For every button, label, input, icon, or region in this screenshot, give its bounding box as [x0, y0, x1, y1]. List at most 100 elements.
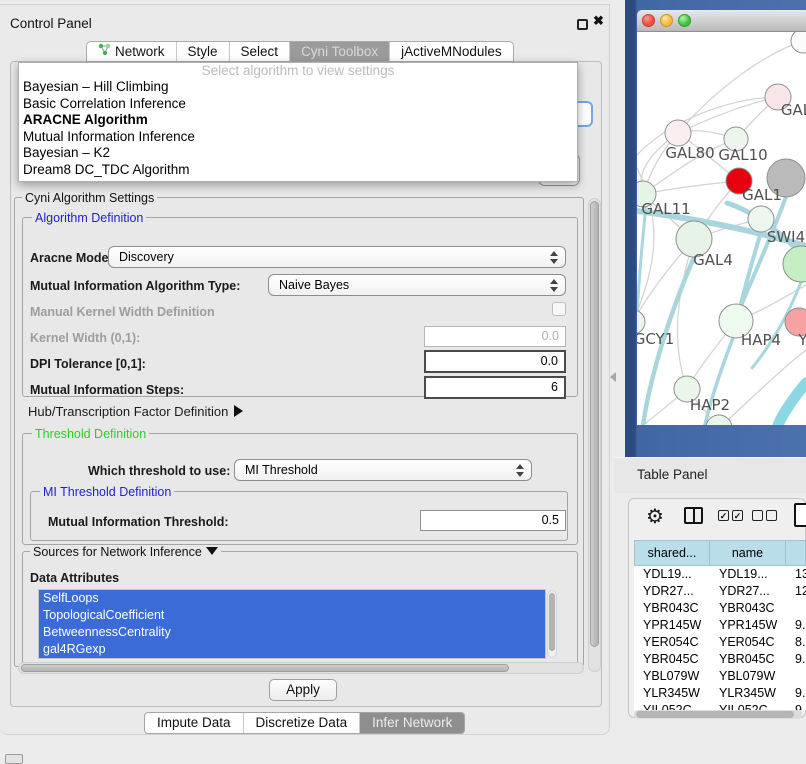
tab-style[interactable]: Style: [176, 42, 229, 61]
export-table-icon[interactable]: [794, 503, 806, 527]
attribute-list-item[interactable]: BetweennessCentrality: [39, 624, 545, 641]
settings-vertical-scrollbar-thumb[interactable]: [590, 201, 599, 647]
table-row[interactable]: YIL052CYIL052C9: [634, 702, 806, 710]
attribute-list-item[interactable]: SelfLoops: [39, 590, 545, 607]
table-cell: YBR043C: [634, 600, 710, 617]
select-all-columns-icon[interactable]: ✓ ✓: [718, 510, 743, 521]
mi-steps-field[interactable]: 6: [424, 376, 566, 399]
attributes-scrollbar-thumb[interactable]: [549, 593, 555, 651]
attributes-scrollbar[interactable]: [547, 590, 557, 658]
apply-button[interactable]: Apply: [269, 679, 337, 701]
algorithm-dropdown-items: Bayesian – Hill ClimbingBasic Correlatio…: [19, 79, 577, 178]
tab-select[interactable]: Select: [229, 42, 290, 61]
network-node-label: GAL1: [742, 186, 782, 204]
algorithm-option[interactable]: Bayesian – Hill Climbing: [19, 79, 577, 96]
table-row[interactable]: YBR045CYBR045C9.: [634, 651, 806, 668]
float-panel-icon[interactable]: [577, 19, 588, 30]
table-column-header[interactable]: name: [710, 540, 786, 566]
network-edge[interactable]: [719, 350, 806, 425]
dpi-tolerance-field[interactable]: 0.0: [424, 350, 566, 373]
columns-icon[interactable]: [684, 507, 703, 524]
node-table-rows: YDL19...YDL19...13YDR27...YDR27...12YBR0…: [634, 566, 806, 710]
tab-jactivemnodules[interactable]: jActiveMNodules: [389, 42, 513, 61]
tab-discretize-data[interactable]: Discretize Data: [243, 713, 360, 733]
network-node-gal80[interactable]: [665, 120, 691, 146]
algorithm-option[interactable]: Mutual Information Inference: [19, 129, 577, 146]
bottom-tabbar: Impute Data Discretize Data Infer Networ…: [144, 712, 465, 734]
zoom-window-icon[interactable]: [678, 14, 691, 27]
table-cell: YDL19...: [634, 566, 710, 583]
table-column-header[interactable]: shared...: [634, 540, 710, 566]
algorithm-option[interactable]: Basic Correlation Inference: [19, 96, 577, 113]
collapsed-panel-button[interactable]: [5, 754, 23, 764]
settings-horizontal-scrollbar[interactable]: [18, 662, 584, 674]
table-horizontal-scrollbar[interactable]: [634, 710, 802, 719]
table-horizontal-scrollbar-thumb[interactable]: [636, 711, 794, 718]
close-window-icon[interactable]: [642, 14, 655, 27]
attribute-list-item[interactable]: gal4RGexp: [39, 641, 545, 658]
table-row[interactable]: YDR27...YDR27...12: [634, 583, 806, 600]
algorithm-option[interactable]: Bayesian – K2: [19, 145, 577, 162]
network-view-canvas[interactable]: GALGAL80GAL10GAL1GAL11SWI4GAL4GCY1HAP4YH…: [637, 32, 806, 425]
network-node[interactable]: [783, 246, 806, 282]
table-row[interactable]: YER054CYER054C8.: [634, 634, 806, 651]
tab-network[interactable]: Network: [87, 42, 176, 61]
network-node[interactable]: [791, 32, 806, 53]
table-row[interactable]: YBR043CYBR043C: [634, 600, 806, 617]
collapsed-arrow-icon: [234, 405, 243, 417]
minimize-window-icon[interactable]: [660, 14, 673, 27]
table-row[interactable]: YBL079WYBL079W: [634, 668, 806, 685]
which-threshold-label: Which threshold to use:: [88, 464, 230, 478]
network-node-label: GAL11: [641, 200, 690, 218]
gear-icon[interactable]: ⚙: [646, 504, 664, 529]
network-edge[interactable]: [643, 181, 739, 194]
algorithm-option[interactable]: ARACNE Algorithm: [19, 112, 577, 129]
table-row[interactable]: YPR145WYPR145W9.: [634, 617, 806, 634]
hub-definition-toggle[interactable]: Hub/Transcription Factor Definition: [28, 404, 243, 419]
table-row[interactable]: YLR345WYLR345W9.: [634, 685, 806, 702]
dpi-tolerance-label: DPI Tolerance [0,1]:: [30, 357, 146, 371]
control-panel-tabbar: Network Style Select Cyni Toolbox jActiv…: [86, 41, 514, 62]
close-icon[interactable]: ✖: [593, 13, 604, 29]
table-cell: 9.: [786, 651, 806, 668]
table-row[interactable]: YDL19...YDL19...13: [634, 566, 806, 583]
network-edge[interactable]: [678, 97, 778, 133]
table-cell: YBR045C: [710, 651, 786, 668]
settings-vertical-scrollbar[interactable]: [588, 198, 601, 672]
panel-divider-handle[interactable]: [610, 372, 616, 382]
settings-horizontal-scrollbar-thumb[interactable]: [21, 664, 509, 672]
network-node-label: HAP2: [690, 396, 730, 414]
table-cell: YDL19...: [710, 566, 786, 583]
which-threshold-combobox[interactable]: MI Threshold: [234, 459, 532, 481]
tab-network-label: Network: [115, 42, 165, 61]
node-table: shared...name: [634, 540, 806, 566]
checked-box-icon: ✓: [718, 510, 729, 521]
tab-infer-network[interactable]: Infer Network: [359, 713, 464, 733]
network-window-titlebar[interactable]: [637, 10, 806, 32]
tab-impute-data[interactable]: Impute Data: [145, 713, 243, 733]
table-panel-title: Table Panel: [637, 467, 708, 482]
network-edge[interactable]: [778, 383, 806, 425]
table-cell: [786, 600, 806, 617]
deselect-all-columns-icon[interactable]: [752, 510, 777, 521]
manual-kernel-checkbox[interactable]: [552, 302, 566, 316]
aracne-mode-combobox[interactable]: Discovery: [108, 246, 566, 268]
hub-definition-label: Hub/Transcription Factor Definition: [28, 404, 228, 419]
checked-box-icon: ✓: [732, 510, 743, 521]
sources-legend: Sources for Network Inference: [30, 545, 221, 559]
table-column-header[interactable]: [786, 540, 806, 566]
mi-type-combobox[interactable]: Naive Bayes: [268, 274, 566, 296]
table-cell: YER054C: [710, 634, 786, 651]
kernel-width-field[interactable]: 0.0: [424, 326, 566, 347]
algorithm-option[interactable]: Dream8 DC_TDC Algorithm: [19, 162, 577, 179]
unchecked-box-icon: [752, 510, 763, 521]
mi-threshold-field[interactable]: 0.5: [420, 510, 566, 531]
network-edge[interactable]: [739, 232, 761, 312]
spinner-arrows-icon: [549, 279, 557, 293]
table-cell: 13: [786, 566, 806, 583]
table-cell: YBR043C: [710, 600, 786, 617]
attribute-list-item[interactable]: TopologicalCoefficient: [39, 607, 545, 624]
network-node-label: Y: [797, 331, 806, 349]
mi-type-label: Mutual Information Algorithm Type:: [30, 279, 240, 293]
tab-cyni-toolbox[interactable]: Cyni Toolbox: [289, 42, 389, 61]
